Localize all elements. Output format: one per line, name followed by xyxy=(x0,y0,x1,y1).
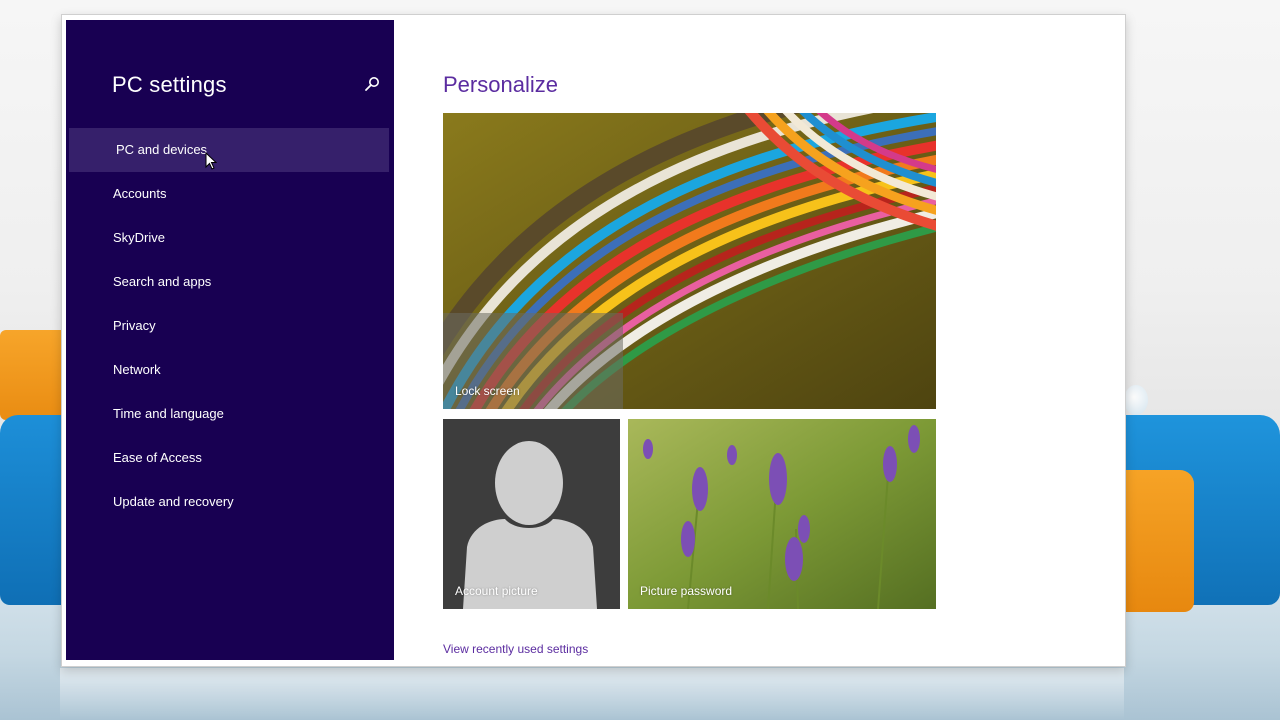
sidebar-item-time-and-language[interactable]: Time and language xyxy=(69,392,389,436)
lock-screen-image xyxy=(443,113,936,409)
sidebar-item-update-and-recovery[interactable]: Update and recovery xyxy=(69,480,389,524)
user-avatar-icon xyxy=(443,419,620,609)
background-blue-chair-left xyxy=(0,415,62,605)
sidebar: PC settings PC and devices Accounts SkyD… xyxy=(66,20,394,660)
lock-screen-label: Lock screen xyxy=(455,384,520,398)
sidebar-item-pc-and-devices[interactable]: PC and devices xyxy=(69,128,389,172)
sidebar-item-skydrive[interactable]: SkyDrive xyxy=(69,216,389,260)
sidebar-item-privacy[interactable]: Privacy xyxy=(69,304,389,348)
main-content: Personalize Lock screen Account picture … xyxy=(394,20,1118,660)
window-frame: PC settings PC and devices Accounts SkyD… xyxy=(66,20,1118,660)
picture-password-label: Picture password xyxy=(640,584,733,598)
sidebar-item-search-and-apps[interactable]: Search and apps xyxy=(69,260,389,304)
lock-screen-tile[interactable]: Lock screen xyxy=(443,113,936,409)
search-icon[interactable] xyxy=(362,74,382,94)
page-title: Personalize xyxy=(443,72,558,97)
background-orange-chair-right xyxy=(1124,470,1194,612)
background-lamp xyxy=(1124,385,1148,415)
background-orange-chair-left xyxy=(0,330,62,420)
window-reflection xyxy=(60,668,1124,720)
sidebar-item-network[interactable]: Network xyxy=(69,348,389,392)
picture-password-tile[interactable]: Picture password xyxy=(628,419,936,609)
picture-password-image xyxy=(628,419,936,609)
view-recent-settings-link[interactable]: View recently used settings xyxy=(443,642,588,656)
account-picture-tile[interactable]: Account picture xyxy=(443,419,620,609)
mouse-cursor-icon xyxy=(205,151,218,170)
sidebar-item-ease-of-access[interactable]: Ease of Access xyxy=(69,436,389,480)
account-picture-label: Account picture xyxy=(455,584,538,598)
sidebar-title: PC settings xyxy=(112,72,227,97)
pc-settings-window: PC settings PC and devices Accounts SkyD… xyxy=(61,14,1126,667)
sidebar-nav: PC and devices Accounts SkyDrive Search … xyxy=(69,128,389,524)
sidebar-item-accounts[interactable]: Accounts xyxy=(69,172,389,216)
